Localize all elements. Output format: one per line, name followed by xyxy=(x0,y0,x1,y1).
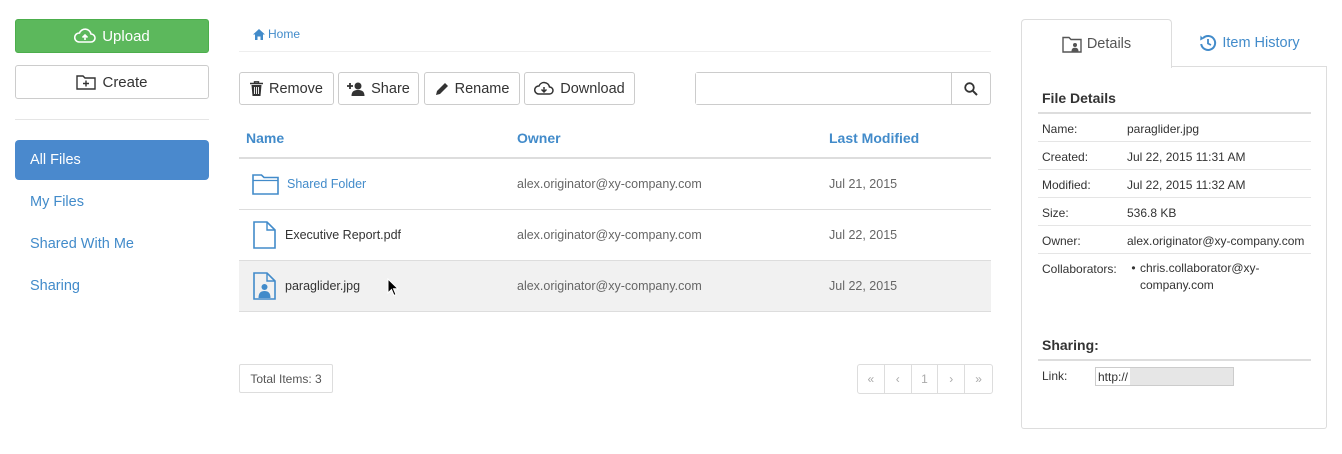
file-name-link[interactable]: Shared Folder xyxy=(287,177,366,191)
detail-value: 536.8 KB xyxy=(1127,206,1177,220)
column-header-last-modified[interactable]: Last Modified xyxy=(829,130,919,146)
total-items-label: Total Items: 3 xyxy=(239,364,333,393)
detail-row-modified: Modified: Jul 22, 2015 11:32 AM xyxy=(1038,170,1311,198)
table-row[interactable]: Shared Folder alex.originator@xy-company… xyxy=(239,159,991,210)
trash-icon xyxy=(250,81,263,96)
sidebar-item-my-files[interactable]: My Files xyxy=(15,182,209,222)
upload-button[interactable]: Upload xyxy=(15,19,209,53)
remove-button[interactable]: Remove xyxy=(239,72,334,105)
detail-value: Jul 22, 2015 11:31 AM xyxy=(1127,150,1246,164)
home-icon xyxy=(253,28,265,40)
detail-value: paraglider.jpg xyxy=(1127,122,1200,136)
detail-value: Jul 22, 2015 11:32 AM xyxy=(1127,178,1246,192)
history-icon xyxy=(1200,34,1217,51)
tab-details-label: Details xyxy=(1086,36,1132,52)
mouse-cursor-icon xyxy=(387,278,399,297)
create-button[interactable]: Create xyxy=(15,65,209,99)
modified-cell: Jul 21, 2015 xyxy=(829,177,898,191)
detail-row-name: Name: paraglider.jpg xyxy=(1038,114,1311,142)
rename-label: Rename xyxy=(454,80,510,97)
pencil-icon xyxy=(435,82,448,95)
column-header-owner[interactable]: Owner xyxy=(517,130,561,146)
file-details-title: File Details xyxy=(1042,90,1116,106)
image-file-icon xyxy=(253,272,276,300)
add-user-icon xyxy=(347,82,365,96)
detail-label: Size: xyxy=(1042,206,1069,220)
link-label: Link: xyxy=(1042,369,1068,383)
detail-label: Collaborators: xyxy=(1042,262,1117,276)
folder-plus-icon xyxy=(76,75,97,90)
last-page-button[interactable]: » xyxy=(965,365,992,393)
share-button[interactable]: Share xyxy=(338,72,419,105)
collaborator-email: chris.collaborator@xy-company.com xyxy=(1139,261,1260,292)
sidebar-item-all-files[interactable]: All Files xyxy=(15,140,209,180)
detail-row-owner: Owner: alex.originator@xy-company.com xyxy=(1038,226,1311,254)
first-page-button[interactable]: « xyxy=(858,365,885,393)
breadcrumb[interactable]: Home xyxy=(253,26,300,42)
tab-details[interactable]: Details xyxy=(1021,19,1172,68)
download-label: Download xyxy=(560,80,625,97)
folder-user-icon xyxy=(1062,36,1082,53)
detail-label: Owner: xyxy=(1042,234,1081,248)
sharing-divider xyxy=(1038,359,1311,361)
tab-item-history[interactable]: Item History xyxy=(1172,19,1327,66)
search-button[interactable] xyxy=(951,73,990,104)
search-box xyxy=(695,72,991,105)
breadcrumb-divider xyxy=(239,51,991,52)
folder-icon xyxy=(252,174,279,195)
download-button[interactable]: Download xyxy=(524,72,635,105)
share-link-field[interactable]: http:// xyxy=(1095,367,1234,386)
bullet-icon: • xyxy=(1131,261,1136,275)
detail-row-collaborators: Collaborators: • chris.collaborator@xy-c… xyxy=(1038,254,1311,304)
tab-divider xyxy=(1171,66,1327,67)
search-input[interactable] xyxy=(696,73,951,104)
detail-row-created: Created: Jul 22, 2015 11:31 AM xyxy=(1038,142,1311,170)
sidebar-item-shared-with-me[interactable]: Shared With Me xyxy=(15,224,209,264)
detail-label: Modified: xyxy=(1042,178,1091,192)
search-icon xyxy=(964,81,978,96)
breadcrumb-home[interactable]: Home xyxy=(268,27,300,41)
sidebar-item-sharing[interactable]: Sharing xyxy=(15,266,209,306)
column-header-name[interactable]: Name xyxy=(246,130,284,146)
collaborator-list: • chris.collaborator@xy-company.com xyxy=(1127,260,1307,294)
create-label: Create xyxy=(102,73,148,91)
rename-button[interactable]: Rename xyxy=(424,72,520,105)
detail-value: alex.originator@xy-company.com xyxy=(1127,234,1305,248)
file-icon xyxy=(253,221,276,249)
cloud-download-icon xyxy=(534,81,554,95)
table-row[interactable]: paraglider.jpg alex.originator@xy-compan… xyxy=(239,261,991,312)
detail-row-size: Size: 536.8 KB xyxy=(1038,198,1311,226)
next-page-button[interactable]: › xyxy=(938,365,966,393)
share-label: Share xyxy=(371,80,410,97)
page-1-button[interactable]: 1 xyxy=(912,365,939,393)
table-row[interactable]: Executive Report.pdf alex.originator@xy-… xyxy=(239,210,991,261)
tab-history-label: Item History xyxy=(1222,34,1300,51)
sharing-title: Sharing: xyxy=(1042,337,1099,353)
owner-cell: alex.originator@xy-company.com xyxy=(517,279,702,293)
file-name[interactable]: paraglider.jpg xyxy=(285,279,360,293)
upload-label: Upload xyxy=(102,27,150,45)
pagination: « ‹ 1 › » xyxy=(857,364,993,394)
name-cell: Executive Report.pdf xyxy=(252,210,401,260)
modified-cell: Jul 22, 2015 xyxy=(829,279,898,293)
owner-cell: alex.originator@xy-company.com xyxy=(517,228,702,242)
cloud-upload-icon xyxy=(74,28,97,43)
owner-cell: alex.originator@xy-company.com xyxy=(517,177,702,191)
file-name[interactable]: Executive Report.pdf xyxy=(285,228,401,242)
detail-label: Name: xyxy=(1042,122,1078,136)
remove-label: Remove xyxy=(269,80,323,97)
detail-label: Created: xyxy=(1042,150,1089,164)
sidebar-divider xyxy=(15,119,209,120)
modified-cell: Jul 22, 2015 xyxy=(829,228,898,242)
previous-page-button[interactable]: ‹ xyxy=(885,365,912,393)
name-cell: Shared Folder xyxy=(252,159,366,209)
name-cell: paraglider.jpg xyxy=(252,261,360,311)
